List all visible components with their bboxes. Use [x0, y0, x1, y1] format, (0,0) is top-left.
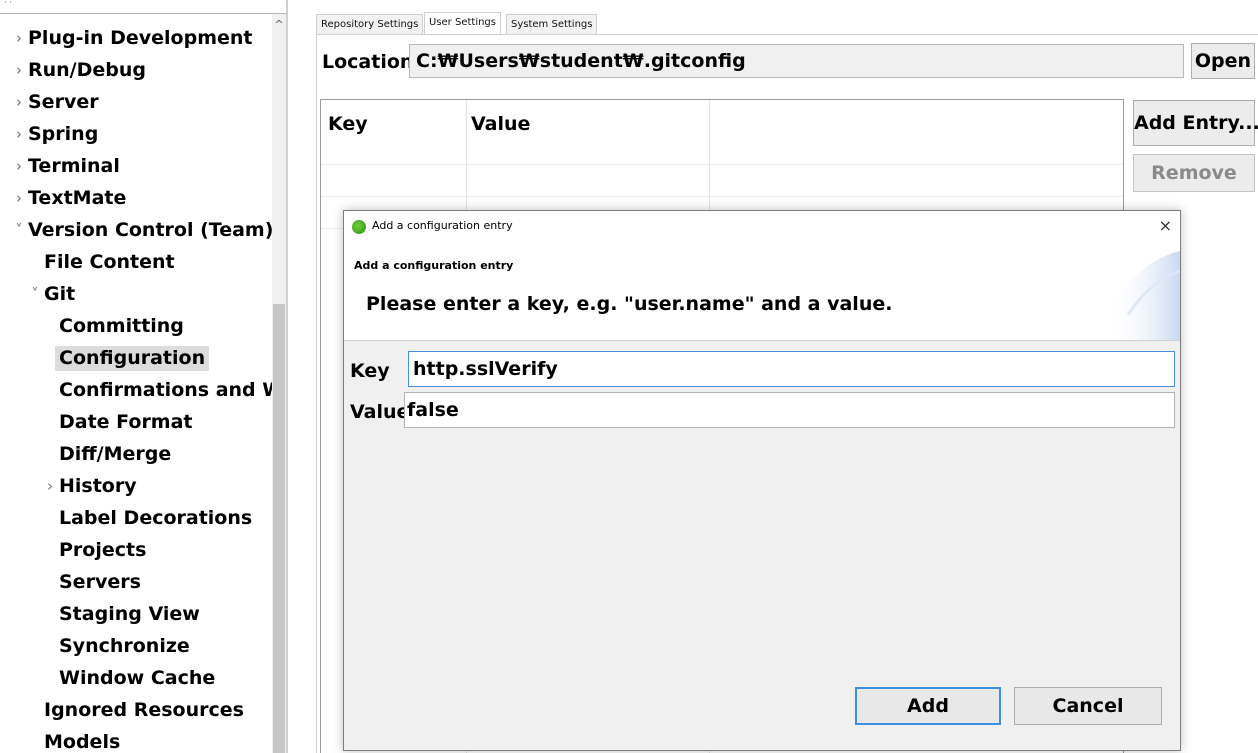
- dialog-titlebar[interactable]: Add a configuration entry ×: [344, 211, 1180, 241]
- tree-item-file-content[interactable]: File Content: [44, 246, 175, 278]
- chevron-down-icon[interactable]: ˅: [28, 278, 42, 310]
- location-label: Location:: [322, 51, 422, 73]
- tree-item-server[interactable]: › Server: [12, 86, 99, 118]
- tree-item-projects[interactable]: Projects: [59, 534, 146, 566]
- column-header-value[interactable]: Value: [471, 112, 530, 136]
- tree-item-label: Server: [28, 91, 99, 113]
- tree-top-strip: · ·: [0, 0, 286, 14]
- tree-item-run-debug[interactable]: › Run/Debug: [12, 54, 146, 86]
- key-input[interactable]: [408, 351, 1175, 387]
- tree-item-terminal[interactable]: › Terminal: [12, 150, 120, 182]
- tree-item-textmate[interactable]: › TextMate: [12, 182, 126, 214]
- tab-system-settings[interactable]: System Settings: [506, 14, 598, 34]
- tree-item-confirmations-and-warnings[interactable]: Confirmations and Warnings: [59, 374, 288, 406]
- tree-item-label: File Content: [44, 251, 175, 273]
- scroll-up-icon[interactable]: ^: [272, 18, 286, 32]
- add-entry-button[interactable]: Add Entry...: [1133, 100, 1258, 146]
- key-label: Key: [350, 360, 390, 382]
- tree-item-label: Diff/Merge: [59, 443, 172, 465]
- tree-item-label: Spring: [28, 123, 99, 145]
- tree-item-label: Synchronize: [59, 635, 190, 657]
- row-divider: [321, 196, 1123, 197]
- dialog-header: Add a configuration entry Please enter a…: [344, 241, 1180, 341]
- tree-item-configuration[interactable]: Configuration: [55, 342, 210, 374]
- preferences-tree: · · › Plug-in Development › Run/Debug › …: [0, 0, 288, 753]
- clipped-item-fragment: · ·: [4, 0, 12, 7]
- tab-body-border: [316, 34, 1258, 35]
- chevron-down-icon[interactable]: ˅: [12, 214, 26, 246]
- column-header-key[interactable]: Key: [328, 112, 368, 136]
- tree-item-label: Staging View: [59, 603, 200, 625]
- tree-item-label: Terminal: [28, 155, 120, 177]
- tree-item-date-format[interactable]: Date Format: [59, 406, 193, 438]
- tree-item-label-decorations[interactable]: Label Decorations: [59, 502, 252, 534]
- chevron-right-icon[interactable]: ›: [12, 182, 26, 214]
- tree-item-label: Git: [44, 283, 76, 305]
- tree-item-staging-view[interactable]: Staging View: [59, 598, 200, 630]
- tree-item-label: History: [59, 475, 137, 497]
- value-input[interactable]: [404, 392, 1175, 428]
- tree-item-label: Models: [44, 731, 121, 753]
- scrollbar-thumb[interactable]: [273, 304, 285, 753]
- tree-item-servers[interactable]: Servers: [59, 566, 141, 598]
- value-label: Value: [350, 401, 410, 423]
- tree-item-label: Date Format: [59, 411, 193, 433]
- chevron-right-icon[interactable]: ›: [12, 54, 26, 86]
- remove-button[interactable]: Remove: [1133, 154, 1255, 192]
- tab-body-border: [316, 34, 317, 753]
- location-field[interactable]: C:₩Users₩student₩.gitconfig: [409, 44, 1184, 78]
- chevron-right-icon[interactable]: ›: [12, 22, 26, 54]
- close-icon[interactable]: ×: [1159, 211, 1172, 241]
- chevron-right-icon[interactable]: ›: [12, 150, 26, 182]
- tree-item-history[interactable]: › History: [43, 470, 137, 502]
- eclipse-app-icon: [352, 220, 366, 234]
- chevron-right-icon[interactable]: ›: [43, 470, 57, 502]
- tree-item-label: Confirmations and Warnings: [59, 379, 288, 401]
- dialog-window-title: Add a configuration entry: [372, 219, 513, 232]
- tree-item-version-control[interactable]: ˅ Version Control (Team): [12, 214, 273, 246]
- tree-item-label: TextMate: [28, 187, 127, 209]
- tree-item-diff-merge[interactable]: Diff/Merge: [59, 438, 171, 470]
- tree-item-window-cache[interactable]: Window Cache: [59, 662, 215, 694]
- tree-item-label: Run/Debug: [28, 59, 147, 81]
- tree-item-synchronize[interactable]: Synchronize: [59, 630, 190, 662]
- tree-item-label: Projects: [59, 539, 147, 561]
- tree-item-label: Plug-in Development: [28, 27, 253, 49]
- tree-item-label: Committing: [59, 315, 184, 337]
- add-config-entry-dialog: Add a configuration entry × Add a config…: [343, 210, 1181, 751]
- tree-item-spring[interactable]: › Spring: [12, 118, 98, 150]
- tree-item-label: Window Cache: [59, 667, 216, 689]
- tree-item-label: Version Control (Team): [28, 219, 274, 241]
- tree-item-ignored-resources[interactable]: Ignored Resources: [44, 694, 244, 726]
- tab-repository-settings[interactable]: Repository Settings: [316, 14, 424, 34]
- dialog-header-message: Please enter a key, e.g. "user.name" and…: [366, 293, 893, 315]
- add-button[interactable]: Add: [855, 687, 1001, 725]
- tree-item-models[interactable]: Models: [44, 726, 120, 753]
- chevron-right-icon[interactable]: ›: [12, 86, 26, 118]
- chevron-right-icon[interactable]: ›: [12, 118, 26, 150]
- open-button[interactable]: Open: [1191, 43, 1255, 79]
- tree-item-plugin-development[interactable]: › Plug-in Development: [12, 22, 253, 54]
- wizard-banner-graphic: [1108, 251, 1180, 340]
- tree-item-label: Configuration: [55, 346, 210, 371]
- cancel-button[interactable]: Cancel: [1014, 687, 1162, 725]
- tree-item-git[interactable]: ˅ Git: [28, 278, 75, 310]
- tree-item-label: Ignored Resources: [44, 699, 244, 721]
- tree-item-committing[interactable]: Committing: [59, 310, 184, 342]
- tree-scrollbar[interactable]: ^: [272, 14, 286, 753]
- tree-item-label: Servers: [59, 571, 141, 593]
- row-divider: [321, 164, 1123, 165]
- tab-user-settings[interactable]: User Settings: [424, 12, 501, 34]
- dialog-header-title: Add a configuration entry: [354, 259, 514, 272]
- tree-item-label: Label Decorations: [59, 507, 253, 529]
